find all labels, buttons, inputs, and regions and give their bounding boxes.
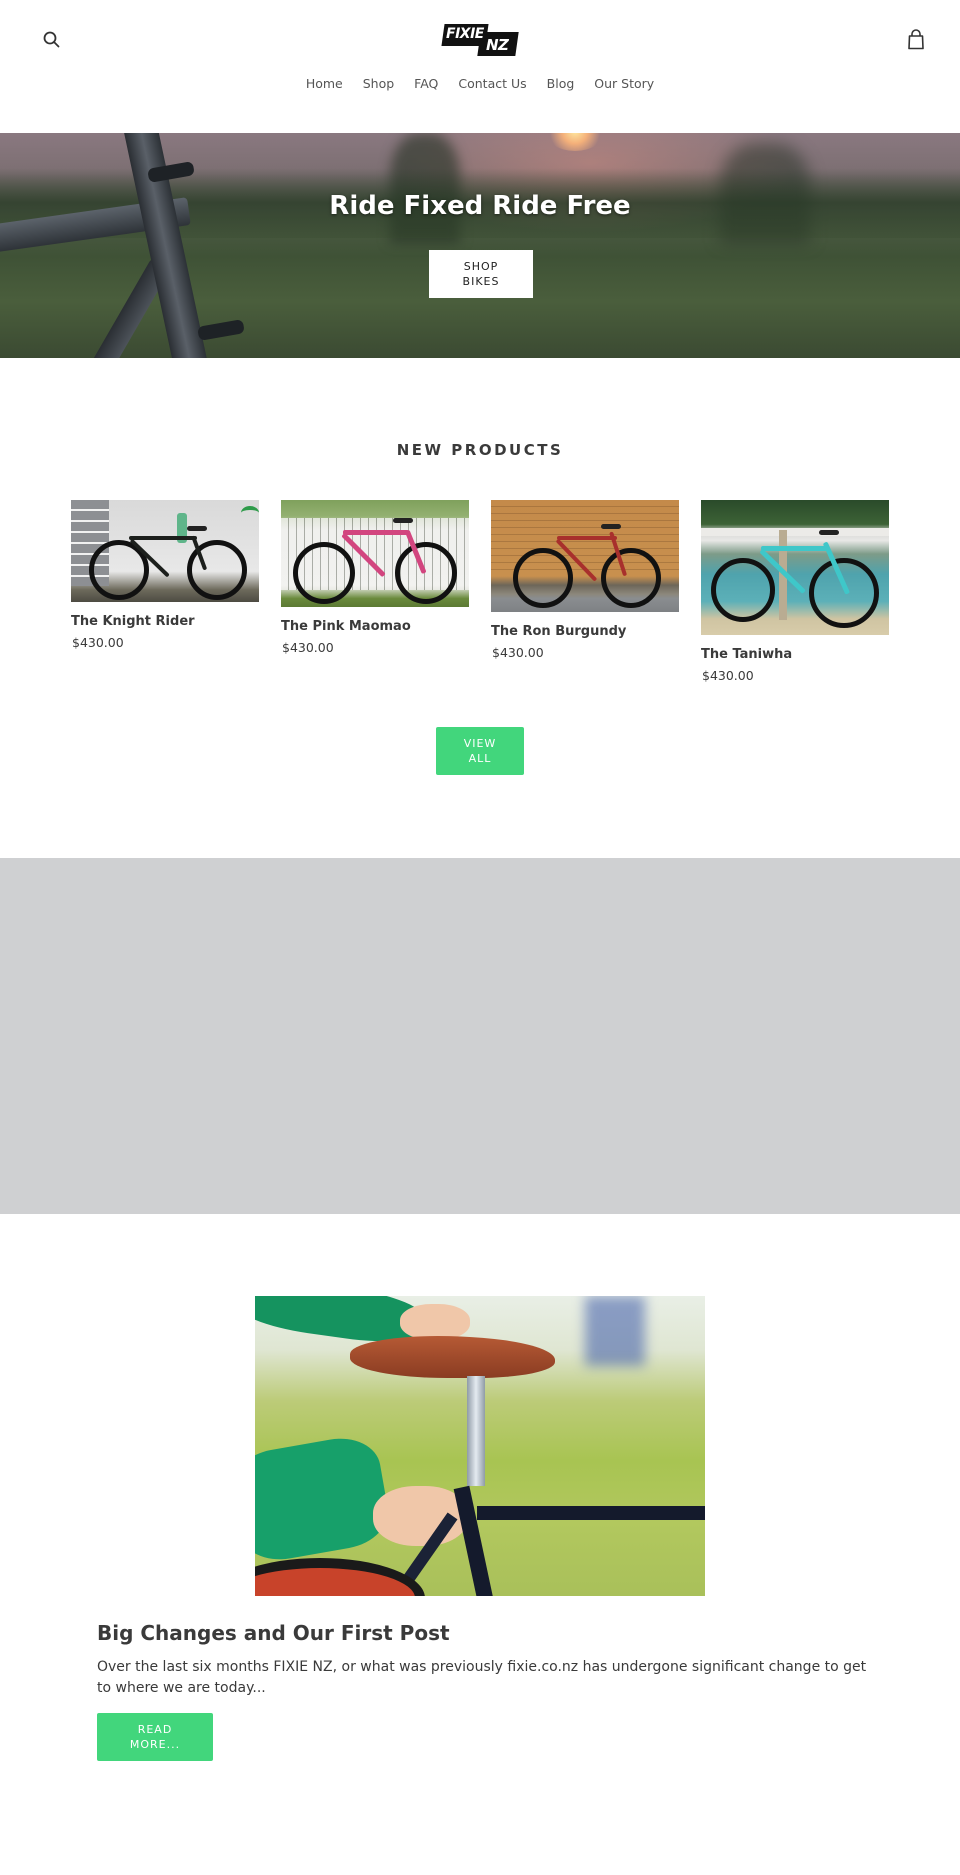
product-card[interactable]: The Taniwha $430.00 xyxy=(701,500,889,683)
bike-saddle xyxy=(601,524,621,529)
site-logo[interactable]: FIXIE NZ xyxy=(441,24,519,56)
site-header: FIXIE NZ Home Shop FAQ Contact Us Blog O… xyxy=(0,0,960,133)
hero-banner: Ride Fixed Ride Free Shop Bikes xyxy=(0,133,960,358)
product-name[interactable]: The Pink Maomao xyxy=(281,619,469,634)
product-image xyxy=(491,500,679,612)
shopping-bag-icon xyxy=(908,29,924,50)
bike-rear-wheel xyxy=(255,1558,425,1596)
bike-seat-tube xyxy=(453,1485,497,1596)
product-card[interactable]: The Pink Maomao $430.00 xyxy=(281,500,469,655)
bike-wheel xyxy=(395,542,457,604)
bike-frame xyxy=(761,546,827,551)
sleeve-lower xyxy=(255,1431,394,1567)
shop-bikes-button[interactable]: Shop Bikes xyxy=(429,250,533,298)
product-image xyxy=(701,500,889,635)
background-blue-blur xyxy=(585,1296,645,1366)
nav-our-story[interactable]: Our Story xyxy=(594,76,654,91)
bike-saddle xyxy=(819,530,839,535)
bike-wheel xyxy=(711,558,775,622)
nav-home[interactable]: Home xyxy=(306,76,343,91)
product-name[interactable]: The Ron Burgundy xyxy=(491,624,679,639)
product-image xyxy=(71,500,259,602)
wall-leaf-art xyxy=(241,506,259,520)
product-price: $430.00 xyxy=(72,635,124,650)
blog-post-image[interactable] xyxy=(255,1296,705,1596)
cart-button[interactable] xyxy=(906,29,926,51)
main-nav: Home Shop FAQ Contact Us Blog Our Story xyxy=(0,76,960,91)
search-button[interactable] xyxy=(42,30,62,50)
product-price: $430.00 xyxy=(492,645,544,660)
blog-post-excerpt: Over the last six months FIXIE NZ, or wh… xyxy=(97,1659,867,1696)
bike-wheel xyxy=(293,542,355,604)
nav-faq[interactable]: FAQ xyxy=(414,76,438,91)
bike-saddle xyxy=(393,518,413,523)
bike-frame xyxy=(129,536,197,540)
view-all-button[interactable]: View All xyxy=(436,727,524,775)
bike-wheel xyxy=(601,548,661,608)
read-more-button[interactable]: Read More... xyxy=(97,1713,213,1761)
hero-bike-headset xyxy=(197,319,245,341)
search-icon xyxy=(43,31,60,48)
new-products-heading: New Products xyxy=(396,441,564,459)
nav-shop[interactable]: Shop xyxy=(363,76,394,91)
leather-saddle xyxy=(350,1336,555,1378)
product-card[interactable]: The Ron Burgundy $430.00 xyxy=(491,500,679,660)
logo-text-nz: NZ xyxy=(486,36,509,54)
image-placeholder-block xyxy=(0,858,960,1214)
nav-blog[interactable]: Blog xyxy=(547,76,575,91)
product-name[interactable]: The Taniwha xyxy=(701,647,889,662)
bike-top-tube xyxy=(477,1506,705,1520)
product-image xyxy=(281,500,469,607)
blog-post-title[interactable]: Big Changes and Our First Post xyxy=(97,1621,450,1645)
hero-title: Ride Fixed Ride Free xyxy=(329,191,631,221)
bike-wheel xyxy=(513,548,573,608)
product-price: $430.00 xyxy=(702,668,754,683)
product-price: $430.00 xyxy=(282,640,334,655)
bike-saddle xyxy=(187,526,207,531)
nav-contact-us[interactable]: Contact Us xyxy=(458,76,526,91)
product-name[interactable]: The Knight Rider xyxy=(71,614,259,629)
seat-post xyxy=(467,1376,485,1486)
bike-frame xyxy=(343,530,409,535)
hand-upper xyxy=(400,1304,470,1340)
product-card[interactable]: The Knight Rider $430.00 xyxy=(71,500,259,650)
railing xyxy=(701,528,889,536)
logo-text-fixie: FIXIE xyxy=(446,26,484,42)
bike-frame xyxy=(557,536,617,540)
